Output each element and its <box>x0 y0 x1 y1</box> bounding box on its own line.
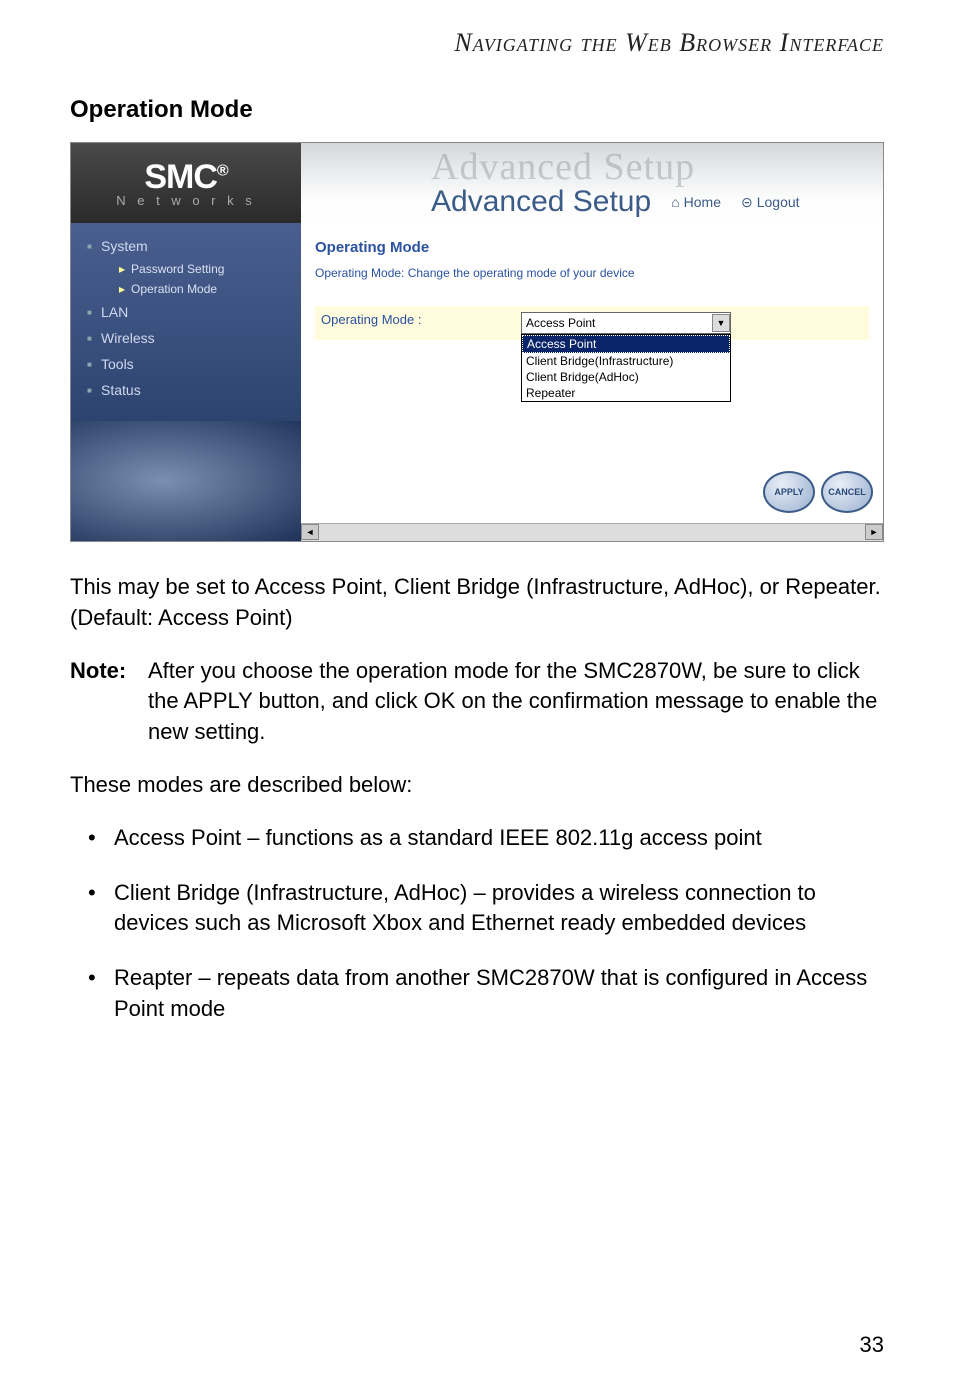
sidebar: System Password Setting Operation Mode L… <box>71 223 301 541</box>
note-label: Note: <box>70 656 138 748</box>
sidebar-image <box>71 421 301 541</box>
paragraph-1: This may be set to Access Point, Client … <box>70 572 884 634</box>
apply-button[interactable]: APPLY <box>763 471 815 513</box>
home-label: Home <box>684 194 721 210</box>
sidebar-item-tools[interactable]: Tools <box>71 351 301 377</box>
panel-title: Operating Mode <box>315 239 869 256</box>
sidebar-item-lan[interactable]: LAN <box>71 299 301 325</box>
content-panel: Operating Mode Operating Mode: Change th… <box>301 223 883 541</box>
section-title: Operation Mode <box>0 68 954 142</box>
paragraph-2: These modes are described below: <box>70 770 884 801</box>
mode-dropdown[interactable]: Access Point ▼ Access Point Client Bridg… <box>521 312 731 334</box>
option-repeater[interactable]: Repeater <box>522 385 730 401</box>
scroll-left-icon[interactable]: ◄ <box>301 524 319 540</box>
logo-reg: ® <box>217 163 228 180</box>
bullet-3: Reapter – repeats data from another SMC2… <box>70 963 884 1025</box>
chevron-down-icon[interactable]: ▼ <box>712 314 730 332</box>
dropdown-list[interactable]: Access Point Client Bridge(Infrastructur… <box>521 334 731 402</box>
sidebar-item-wireless[interactable]: Wireless <box>71 325 301 351</box>
bullet-2: Client Bridge (Infrastructure, AdHoc) – … <box>70 878 884 940</box>
option-adhoc[interactable]: Client Bridge(AdHoc) <box>522 369 730 385</box>
logo-main: SMC <box>144 158 217 196</box>
page-header: Navigating the Web Browser Interface <box>0 0 954 68</box>
sidebar-item-password[interactable]: Password Setting <box>71 259 301 279</box>
top-banner: Advanced Setup Advanced Setup ⌂ Home ⊝ L… <box>301 143 883 223</box>
logo: SMC® N e t w o r k s <box>71 143 301 223</box>
option-infra[interactable]: Client Bridge(Infrastructure) <box>522 353 730 369</box>
cancel-button[interactable]: CANCEL <box>821 471 873 513</box>
scroll-right-icon[interactable]: ► <box>865 524 883 540</box>
note-text: After you choose the operation mode for … <box>148 656 884 748</box>
logout-link[interactable]: ⊝ Logout <box>741 194 800 211</box>
logo-sub: N e t w o r k s <box>116 193 255 208</box>
panel-desc: Operating Mode: Change the operating mod… <box>315 266 869 280</box>
watermark: Advanced Setup <box>431 145 695 189</box>
dropdown-selected: Access Point <box>526 316 595 330</box>
app-screenshot: SMC® N e t w o r k s Advanced Setup Adva… <box>70 142 884 542</box>
home-icon: ⌂ <box>671 194 679 210</box>
sidebar-item-opmode[interactable]: Operation Mode <box>71 279 301 299</box>
field-label: Operating Mode : <box>321 312 521 327</box>
bullet-1: Access Point – functions as a standard I… <box>70 823 884 854</box>
logout-icon: ⊝ <box>741 194 753 211</box>
home-link[interactable]: ⌂ Home <box>671 194 721 210</box>
logout-label: Logout <box>757 194 800 210</box>
option-accesspoint[interactable]: Access Point <box>522 335 730 353</box>
sidebar-item-status[interactable]: Status <box>71 377 301 403</box>
page-number: 33 <box>860 1332 884 1358</box>
h-scrollbar[interactable]: ◄ ► <box>301 523 883 541</box>
sidebar-item-system[interactable]: System <box>71 233 301 259</box>
banner-title: Advanced Setup <box>431 185 651 219</box>
